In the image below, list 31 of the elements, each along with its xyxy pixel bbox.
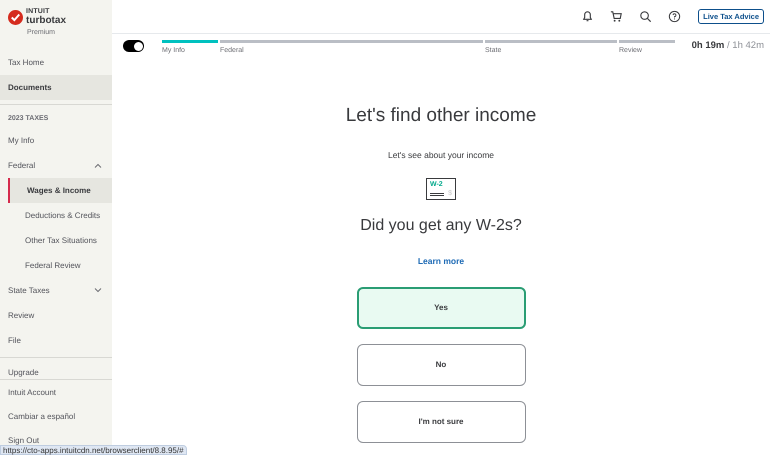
- sidebar-item[interactable]: State Taxes: [0, 278, 112, 303]
- sidebar-item[interactable]: Documents: [0, 75, 112, 100]
- sidebar-item[interactable]: Deductions & Credits: [8, 203, 112, 228]
- status-url-tooltip: https://cto-apps.intuitcdn.net/browserclient/8.8.95/#: [0, 445, 187, 455]
- toggle-switch[interactable]: [123, 40, 144, 52]
- sidebar-item[interactable]: File: [0, 328, 112, 353]
- brand-product: turbotax: [26, 16, 66, 26]
- sidebar-item[interactable]: Intuit Account: [0, 381, 112, 405]
- help-icon[interactable]: [667, 9, 682, 24]
- sidebar-item[interactable]: Tax Home: [0, 50, 112, 75]
- sidebar-item[interactable]: Cambiar a español: [0, 405, 112, 429]
- answer-option[interactable]: No: [356, 344, 526, 386]
- chevron-icon: [94, 163, 102, 168]
- checkmark-logo-icon: [8, 10, 23, 25]
- page-title: Let's find other income: [346, 104, 536, 126]
- cart-icon[interactable]: [609, 9, 624, 24]
- sidebar-item[interactable]: Federal: [0, 153, 112, 178]
- subtitle: Let's see about your income: [388, 149, 494, 162]
- timer: 0h 19m / 1h 42m: [692, 39, 764, 53]
- sidebar-item[interactable]: Review: [0, 303, 112, 328]
- search-icon[interactable]: [638, 9, 654, 24]
- sidebar-item[interactable]: Wages & Income: [8, 178, 112, 203]
- sidebar-item[interactable]: My Info: [0, 128, 112, 153]
- chevron-icon: [94, 288, 102, 293]
- learn-more-link[interactable]: Learn more: [418, 254, 464, 268]
- sidebar-item[interactable]: Federal Review: [8, 253, 112, 278]
- answer-option[interactable]: I'm not sure: [356, 400, 526, 442]
- sidebar-item[interactable]: Upgrade: [8, 368, 112, 378]
- question: Did you get any W-2s?: [360, 216, 522, 236]
- answer-option[interactable]: Yes: [356, 286, 526, 328]
- sidebar-item[interactable]: Other Tax Situations: [8, 228, 112, 253]
